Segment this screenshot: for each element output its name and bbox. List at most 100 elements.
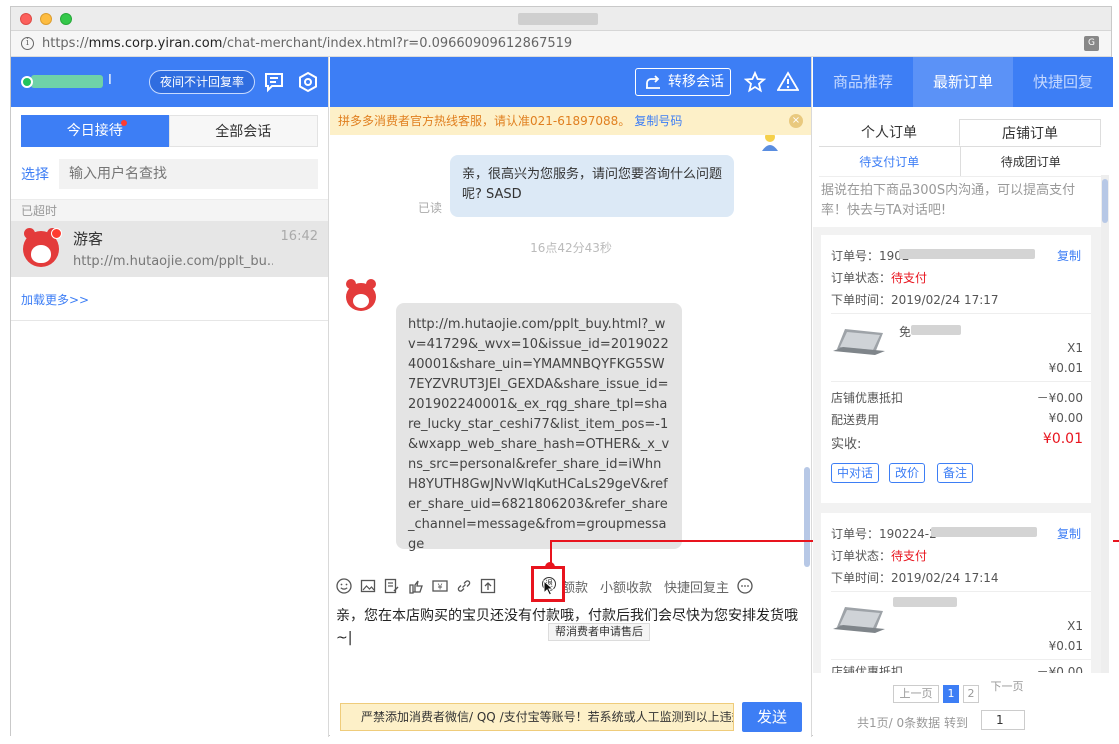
thumbs-up-icon[interactable] — [408, 578, 424, 594]
notice-text: 拼多多消费者官方热线客服，请认准021-61897088。 — [338, 114, 631, 128]
hotline-notice: 拼多多消费者官方热线客服，请认准021-61897088。 复制号码 × — [330, 107, 811, 135]
chat-header: 转移会话 — [330, 57, 811, 107]
tab-pending-group[interactable]: 待成团订单 — [961, 147, 1102, 176]
chat-scrollbar[interactable] — [803, 135, 811, 567]
agent-name-tail: I — [108, 73, 112, 88]
incoming-message: http://m.hutaojie.com/pplt_buy.html?_wv=… — [396, 303, 682, 552]
info-icon[interactable]: i — [21, 37, 34, 50]
paid-value: ¥0.01 — [1042, 431, 1083, 447]
settings-icon[interactable] — [297, 71, 319, 93]
order-time: 下单时间：2019/02/24 17:14 — [831, 571, 999, 585]
order-status: 订单状态：待支付 — [831, 271, 928, 285]
window-title-redacted — [518, 13, 598, 25]
translate-icon[interactable]: G — [1084, 36, 1099, 51]
order-scroll-thumb[interactable] — [1102, 179, 1108, 223]
night-mode-button[interactable]: 夜间不计回复率 — [149, 70, 255, 94]
divider — [831, 659, 1091, 660]
mouse-cursor-icon — [543, 580, 555, 596]
agent-avatar-partial — [758, 135, 782, 153]
divider — [831, 313, 1091, 314]
page-1-button[interactable]: 1 — [943, 685, 959, 703]
order-panel: 商品推荐 最新订单 快捷回复 个人订单 店铺订单 待支付订单 待成团订单 据说在… — [813, 57, 1113, 737]
order-scrollbar[interactable] — [1101, 175, 1109, 675]
order-card: 订单号：190224-2 复制 订单状态：待支付 下单时间：2019/02/24… — [821, 513, 1091, 679]
order-card: 订单号：1902 复制 订单状态：待支付 下单时间：2019/02/24 17:… — [821, 235, 1091, 503]
tab-pending-payment[interactable]: 待支付订单 — [819, 147, 961, 176]
title-bar — [11, 7, 1111, 31]
url-text[interactable]: https://mms.corp.yiran.com/chat-merchant… — [42, 36, 572, 51]
copy-order-number-link[interactable]: 复制 — [1057, 247, 1081, 264]
goto-page-input[interactable]: 1 — [981, 710, 1025, 730]
shipping-value: ¥0.00 — [1048, 411, 1083, 425]
form-icon[interactable] — [384, 578, 400, 594]
warning-icon[interactable] — [776, 71, 800, 93]
pagination: 上一页 1 2 下一页 共1页/ 0条数据 转到 1 — [813, 673, 1113, 737]
right-tabs: 商品推荐 最新订单 快捷回复 — [813, 57, 1113, 107]
copy-order-number-link[interactable]: 复制 — [1057, 525, 1081, 542]
close-notice-icon[interactable]: × — [789, 114, 803, 128]
product-price: ¥0.01 — [1048, 639, 1083, 653]
transfer-icon — [646, 75, 660, 89]
coupon-icon[interactable]: ¥ — [432, 578, 448, 594]
page-2-button[interactable]: 2 — [963, 685, 979, 703]
chat-panel: 转移会话 拼多多消费者官方热线客服，请认准021-61897088。 复制号码 ×… — [330, 57, 1119, 737]
link-icon[interactable] — [456, 578, 472, 594]
divider — [11, 320, 328, 321]
divider — [831, 591, 1091, 592]
chat-scroll-thumb[interactable] — [804, 467, 810, 567]
product-name-redacted — [893, 597, 957, 607]
section-label-timeout: 已超时 — [11, 199, 328, 221]
customer-avatar — [344, 279, 378, 313]
change-price-button[interactable]: 改价 — [889, 463, 926, 483]
conversation-item[interactable]: 游客 16:42 http://m.hutaojie.com/pplt_bu..… — [11, 221, 328, 277]
send-button[interactable]: 发送 — [742, 702, 802, 732]
close-window-button[interactable] — [20, 13, 32, 25]
tab-product-recommend[interactable]: 商品推荐 — [813, 57, 913, 107]
tab-quick-reply[interactable]: 快捷回复 — [1013, 57, 1113, 107]
image-icon[interactable] — [360, 578, 376, 594]
product-name-redacted — [911, 325, 961, 335]
remark-button[interactable]: 备注 — [937, 463, 974, 483]
minimize-window-button[interactable] — [40, 13, 52, 25]
online-status-dot — [21, 76, 33, 88]
compliance-warning: 严禁添加消费者微信/ QQ /支付宝等账号！若系统或人工监测到以上违规行为，将处… — [340, 703, 734, 731]
order-number: 订单号：1902 — [831, 249, 910, 263]
order-status-tabs: 待支付订单 待成团订单 — [819, 147, 1101, 177]
transfer-label: 转移会话 — [668, 74, 724, 90]
load-more-link[interactable]: 加载更多>> — [21, 291, 328, 308]
order-number-redacted — [931, 527, 1037, 537]
tab-personal-orders[interactable]: 个人订单 — [819, 119, 959, 146]
message-list[interactable]: 亲，很高兴为您服务，请问您要咨询什么问题呢? SASD 已读 16点42分43秒… — [330, 135, 812, 567]
star-icon[interactable] — [743, 70, 767, 93]
select-link[interactable]: 选择 — [21, 164, 59, 184]
collect-small-payment[interactable]: 小额收款 — [600, 577, 652, 596]
more-icon[interactable] — [737, 578, 753, 594]
agent-header: I 夜间不计回复率 — [11, 57, 328, 107]
tab-all-conversations[interactable]: 全部会话 — [168, 115, 318, 147]
upload-icon[interactable] — [480, 578, 496, 594]
laptop-product-image — [833, 607, 885, 633]
transfer-conversation-button[interactable]: 转移会话 — [635, 68, 731, 96]
order-type-tabs: 个人订单 店铺订单 — [819, 119, 1101, 147]
conversation-time: 16:42 — [280, 229, 318, 244]
copy-number-link[interactable]: 复制号码 — [634, 114, 682, 128]
tab-today[interactable]: 今日接待 — [21, 115, 169, 147]
orders-list: 订单号：1902 复制 订单状态：待支付 下单时间：2019/02/24 17:… — [813, 227, 1103, 727]
product-price: ¥0.01 — [1048, 361, 1083, 375]
search-input[interactable] — [59, 159, 318, 189]
emoji-icon[interactable] — [336, 578, 352, 594]
search-row: 选择 — [21, 159, 318, 189]
quick-reply-master[interactable]: 快捷回复主 — [664, 577, 729, 596]
address-bar[interactable]: i https://mms.corp.yiran.com/chat-mercha… — [11, 31, 1111, 57]
tab-latest-orders[interactable]: 最新订单 — [913, 57, 1013, 107]
order-number-redacted — [899, 249, 1035, 259]
product-quantity: X1 — [1067, 341, 1083, 355]
quick-reply-icon[interactable] — [263, 71, 285, 93]
next-page-button[interactable]: 下一页 — [983, 679, 1031, 697]
chat-button[interactable]: 中对话 — [831, 463, 880, 483]
tab-shop-orders[interactable]: 店铺订单 — [959, 119, 1101, 146]
order-status: 订单状态：待支付 — [831, 549, 928, 563]
prev-page-button[interactable]: 上一页 — [893, 685, 939, 703]
zoom-window-button[interactable] — [60, 13, 72, 25]
conversation-panel: I 夜间不计回复率 今日接待 全部会话 选择 已超时 游客 16:42 http… — [11, 57, 329, 737]
